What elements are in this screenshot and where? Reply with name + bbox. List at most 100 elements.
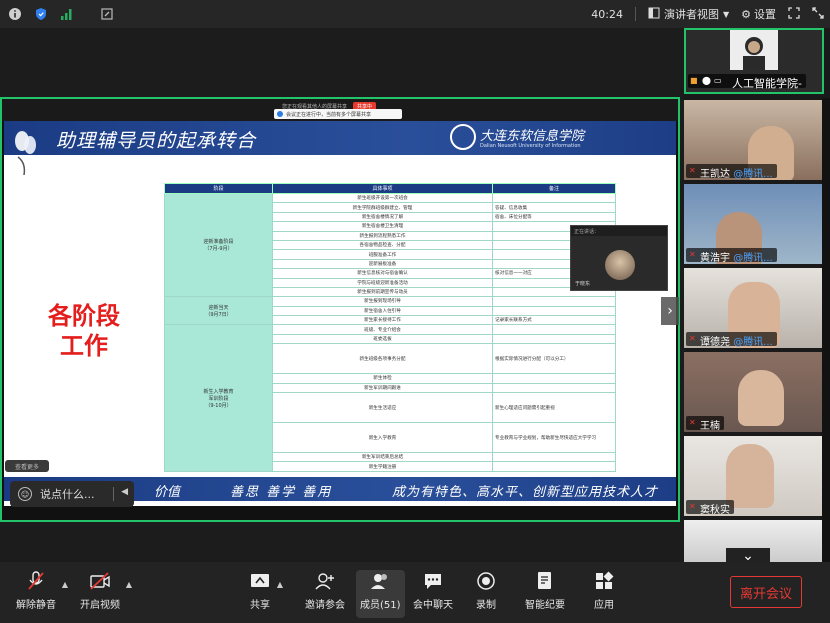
view-mode-label: 演讲者视图: [663, 8, 719, 21]
note-cell: [492, 192, 616, 204]
stage-work-line1: 各阶段: [48, 302, 120, 330]
table-row: 迎新当天 （9月7日） 新生报到现场引导: [164, 296, 616, 326]
university-logo-icon: [450, 124, 476, 150]
participant-tile-4[interactable]: ✕ 王楠: [684, 352, 822, 432]
chat-more-tag[interactable]: 查看更多: [5, 460, 49, 472]
signal-icon[interactable]: [60, 7, 74, 21]
chat-label: 会中聊天: [413, 600, 453, 611]
video-button[interactable]: 开启视频 ▲: [80, 570, 132, 611]
share-button[interactable]: 共享 ▲: [249, 570, 283, 611]
participant-scrollbar[interactable]: [822, 98, 830, 562]
participant-name-4: ✕ 王楠: [686, 416, 724, 432]
collapse-icon[interactable]: ◀: [121, 487, 128, 497]
note-cell: [492, 373, 616, 384]
emoji-icon[interactable]: ☺: [18, 487, 32, 501]
chevron-up-icon[interactable]: ▲: [126, 580, 132, 589]
bottom-toolbar: 解除静音 ▲ 开启视频 ▲ 共享 ▲ 邀请参会 成员(51) 会中聊天 录制 智…: [0, 562, 830, 623]
item-cell: 新生宿舍入住引导: [272, 305, 493, 317]
participant-tile-2[interactable]: ✕ 黄浩宇 @腾讯...: [684, 184, 822, 264]
expand-icon[interactable]: [812, 6, 824, 22]
info-icon[interactable]: [8, 7, 22, 21]
mute-label: 解除静音: [16, 600, 56, 611]
edit-icon[interactable]: [100, 7, 114, 21]
mic-muted-icon: ✕: [689, 334, 696, 343]
item-cell: 新生报到现场引导: [272, 296, 493, 307]
members-label: 成员(51): [360, 600, 401, 611]
item-cell: 新生学籍注册: [272, 461, 493, 472]
item-cell: 新生军训结束后总结: [272, 452, 493, 463]
settings-button[interactable]: ⚙ 设置: [741, 6, 776, 22]
shield-icon[interactable]: [34, 7, 48, 21]
chevron-right-icon[interactable]: ›: [661, 297, 679, 325]
item-cell: 各宿舍物品检查、分配: [272, 239, 493, 251]
stage-work-label: 各阶段 工作: [34, 301, 134, 361]
item-cell: 新生体检: [272, 373, 493, 384]
participant-tile-1[interactable]: ✕ 王凯达 @腾讯...: [684, 100, 822, 180]
table-header-notes: 备注: [492, 183, 616, 194]
mic-muted-icon: ✕: [689, 502, 696, 511]
invite-label: 邀请参会: [305, 600, 345, 611]
chevron-down-icon: ▼: [722, 9, 730, 19]
chevron-up-icon[interactable]: ▲: [62, 580, 68, 589]
table-header-items: 具体事项: [272, 183, 493, 194]
mute-button[interactable]: 解除静音 ▲: [16, 570, 68, 611]
item-cell: 班级、专业介绍会: [272, 324, 493, 335]
note-cell: 新生心理适应问题需引起重视: [492, 392, 616, 424]
view-mode-button[interactable]: 演讲者视图 ▼: [648, 6, 729, 22]
invite-button[interactable]: 邀请参会: [305, 570, 345, 611]
speaker-name: 于晓东: [575, 281, 591, 287]
participant-tile-3[interactable]: ✕ 谭德尧 @腾讯...: [684, 268, 822, 348]
speaker-avatar: [605, 250, 635, 280]
participant-tile-self[interactable]: ■ ⬤ ▭ 人工智能学院-: [684, 28, 824, 94]
table-header-stage: 阶段: [164, 183, 273, 194]
participant-tag: @腾讯...: [733, 337, 773, 348]
item-cell: 新生宿舍楼卫生清理: [272, 221, 493, 232]
participant-name-3: ✕ 谭德尧 @腾讯...: [686, 332, 777, 348]
presentation-slide: 助理辅导员的起承转合 大连东软信息学院 Dalian Neusoft Unive…: [4, 121, 676, 506]
share-notice-text: 会议正在进行中，当前有多个屏幕共享: [286, 111, 372, 118]
speaker-mini-video[interactable]: 正在讲话： 于晓东: [570, 225, 668, 291]
item-cell: 新生入学教育: [272, 422, 493, 454]
item-cell: 新生家长接待工作: [272, 315, 493, 326]
item-cell: 新生军训期间跟进: [272, 382, 493, 394]
note-cell: [492, 324, 616, 335]
record-button[interactable]: 录制: [475, 570, 497, 611]
stage-work-line2: 工作: [60, 332, 108, 360]
chevron-up-icon[interactable]: ▲: [277, 580, 283, 589]
mic-icon: ⬤: [702, 76, 711, 85]
university-name: 大连东软信息学院: [480, 129, 585, 144]
note-cell: 专业教育与学业规划，帮助新生尽快适应大学学习: [492, 422, 616, 454]
chat-input[interactable]: ☺ 说点什么... ◀: [10, 481, 134, 507]
screen-icon: ▭: [714, 76, 722, 85]
apps-grid-icon: [593, 570, 615, 592]
add-user-icon: [314, 570, 336, 592]
leave-meeting-button[interactable]: 离开会议: [730, 576, 802, 608]
members-icon: [369, 570, 391, 592]
participant-name-text: 人工智能学院-: [732, 77, 802, 90]
divider: [113, 487, 114, 501]
share-screen-icon: [249, 570, 271, 592]
phase-cell: 迎新准备阶段 （7月-9月）: [164, 192, 273, 298]
notes-label: 智能纪要: [525, 600, 565, 611]
notes-button[interactable]: 智能纪要: [525, 570, 565, 611]
participant-video: [738, 370, 784, 426]
gear-icon: ⚙: [741, 7, 751, 21]
mic-muted-icon: ✕: [689, 418, 696, 427]
members-button[interactable]: 成员(51): [356, 570, 405, 618]
item-cell: 新生报到前期宣传与动员: [272, 286, 493, 298]
participant-tile-5[interactable]: ✕ 窦秋实: [684, 436, 822, 516]
fullscreen-icon[interactable]: [788, 6, 800, 22]
item-cell: 新生报到流程熟悉工作: [272, 230, 493, 241]
shared-screen[interactable]: 您正在观看其他人的屏幕共享 共享中 会议正在进行中，当前有多个屏幕共享 助理辅导…: [0, 97, 680, 522]
slide-header: 助理辅导员的起承转合 大连东软信息学院 Dalian Neusoft Unive…: [4, 121, 676, 175]
chat-button[interactable]: 会中聊天: [413, 570, 453, 611]
divider: [634, 7, 636, 21]
stage-table: 阶段 具体事项 备注 迎新准备阶段 （7月-9月） 新生班级开设第一次班会 新生学院…: [164, 183, 616, 472]
motto-center: 善思 善学 善用: [230, 485, 333, 500]
participant-name-1: ✕ 王凯达 @腾讯...: [686, 164, 777, 180]
apps-button[interactable]: 应用: [593, 570, 615, 611]
note-cell: [492, 333, 616, 345]
participant-name-text: 窦秋实: [700, 505, 730, 516]
chat-bubble-icon: [422, 570, 444, 592]
participant-tag: @腾讯...: [733, 169, 773, 180]
